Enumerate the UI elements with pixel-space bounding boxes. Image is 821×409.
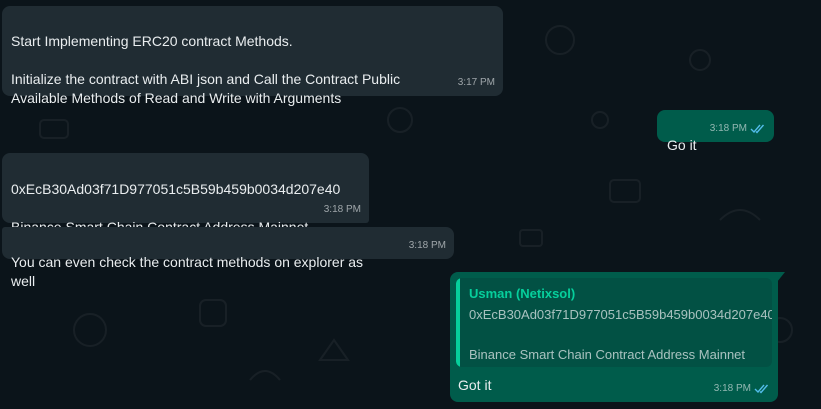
- quoted-message[interactable]: Usman (Netixsol) 0xEcB30Ad03f71D977051c5…: [456, 278, 772, 367]
- outgoing-reply-message-bubble[interactable]: Usman (Netixsol) 0xEcB30Ad03f71D977051c5…: [450, 272, 785, 402]
- incoming-message-bubble[interactable]: You can even check the contract methods …: [2, 227, 454, 289]
- message-timestamp: 3:18 PM: [710, 119, 766, 138]
- message-timestamp: 3:17 PM: [457, 77, 495, 88]
- message-text: You can even check the contract methods …: [11, 254, 364, 289]
- double-check-read-icon: [750, 124, 765, 134]
- message-text: Go it: [667, 137, 697, 153]
- message-timestamp: 3:18 PM: [323, 204, 361, 215]
- message-text: Start Implementing ERC20 contract Method…: [11, 33, 401, 106]
- incoming-message-bubble[interactable]: Start Implementing ERC20 contract Method…: [2, 6, 503, 106]
- incoming-message-bubble[interactable]: 0xEcB30Ad03f71D977051c5B59b459b0034d207e…: [2, 153, 369, 235]
- outgoing-message-bubble[interactable]: Go it 3:18 PM: [657, 110, 774, 153]
- message-timestamp: 3:18 PM: [408, 240, 446, 251]
- bubble-tail: [777, 272, 785, 282]
- double-check-read-icon: [754, 384, 769, 394]
- quoted-text: 0xEcB30Ad03f71D977051c5B59b459b0034d207e…: [469, 307, 772, 362]
- message-timestamp: 3:18 PM: [714, 379, 770, 398]
- quote-accent-bar: [456, 278, 460, 367]
- message-text: Got it: [458, 377, 492, 393]
- quoted-author: Usman (Netixsol): [469, 286, 576, 301]
